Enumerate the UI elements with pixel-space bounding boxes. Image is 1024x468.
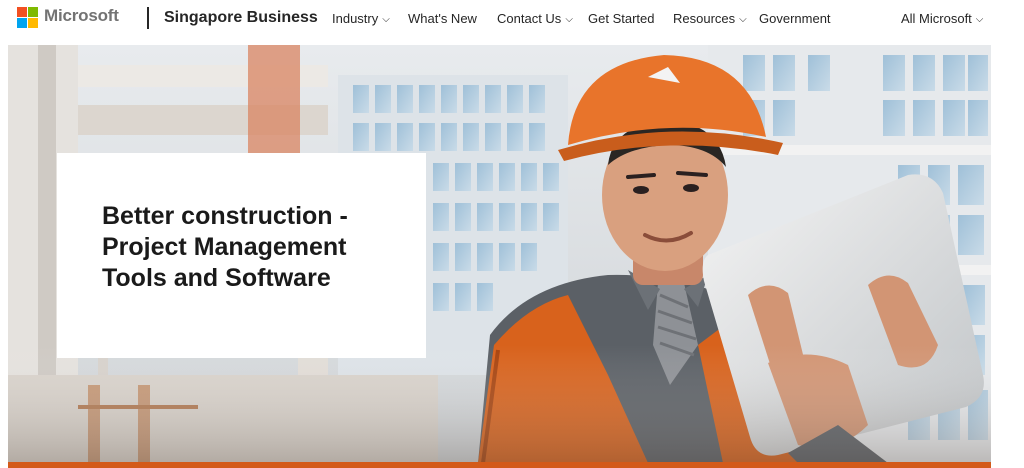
nav-resources[interactable]: Resources ⌵: [673, 11, 747, 26]
nav-whats-new[interactable]: What's New: [408, 11, 477, 26]
microsoft-brand-link[interactable]: Microsoft: [44, 6, 119, 26]
hero-title: Better construction - Project Management…: [102, 202, 348, 292]
logo-square-yellow: [28, 18, 38, 28]
nav-whats-new-label: What's New: [408, 11, 477, 26]
site-header: Microsoft Singapore Business Industry ⌵ W…: [0, 0, 1024, 40]
logo-square-green: [28, 7, 38, 17]
hero-accent-bar: [8, 462, 991, 468]
nav-industry[interactable]: Industry ⌵: [332, 11, 390, 26]
nav-government-label: Government: [759, 11, 831, 26]
chevron-down-icon: ⌵: [975, 14, 984, 25]
chevron-down-icon: ⌵: [565, 14, 573, 25]
microsoft-logo-icon[interactable]: [17, 7, 38, 28]
nav-get-started-label: Get Started: [588, 11, 655, 26]
nav-industry-label: Industry: [332, 11, 379, 26]
header-divider: [147, 7, 149, 29]
site-title-link[interactable]: Singapore Business: [164, 9, 318, 27]
nav-contact-us-label: Contact Us: [497, 11, 562, 26]
chevron-down-icon: ⌵: [382, 14, 390, 25]
nav-government[interactable]: Government: [759, 11, 831, 26]
logo-square-blue: [17, 18, 27, 28]
hero-text-card: Better construction - Project Management…: [57, 153, 426, 358]
chevron-down-icon: ⌵: [739, 14, 747, 25]
logo-square-red: [17, 7, 27, 17]
nav-get-started[interactable]: Get Started: [588, 11, 654, 26]
nav-contact-us[interactable]: Contact Us ⌵: [497, 11, 573, 26]
all-microsoft-label: All Microsoft: [901, 11, 972, 26]
nav-resources-label: Resources: [673, 11, 736, 26]
all-microsoft-menu[interactable]: All Microsoft ⌵: [901, 11, 983, 26]
